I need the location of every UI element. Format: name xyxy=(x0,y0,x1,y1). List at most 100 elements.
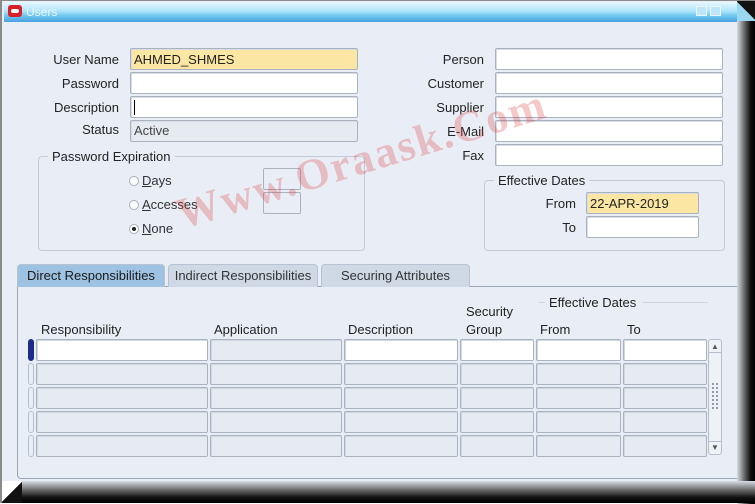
none-label: one xyxy=(151,221,174,236)
password-field[interactable] xyxy=(130,72,358,94)
accesses-value-field[interactable] xyxy=(263,192,301,214)
grid-cell-from[interactable] xyxy=(536,363,621,385)
grid-cell-from[interactable] xyxy=(536,435,621,457)
grid-cell-responsibility[interactable] xyxy=(36,435,208,457)
column-header-group: Group xyxy=(466,322,503,337)
from-date-field[interactable] xyxy=(586,192,699,214)
record-indicator[interactable] xyxy=(28,339,34,361)
none-mnemonic: N xyxy=(142,221,152,236)
customer-label: Customer xyxy=(427,76,484,91)
user-name-field[interactable] xyxy=(130,48,358,70)
accesses-mnemonic: A xyxy=(142,197,151,212)
fax-field[interactable] xyxy=(495,144,723,166)
supplier-label: Supplier xyxy=(436,100,484,115)
grid-cell-to[interactable] xyxy=(623,339,707,361)
effective-dates-divider-right xyxy=(642,302,708,303)
column-header-description: Description xyxy=(348,322,414,337)
from-date-label: From xyxy=(545,196,576,211)
window-shadow-corner-top xyxy=(737,1,755,21)
oracle-app-icon xyxy=(8,5,22,17)
fax-label: Fax xyxy=(462,148,484,163)
column-header-to: To xyxy=(627,322,641,337)
days-radio[interactable]: Days xyxy=(129,173,172,188)
grid-cell-description[interactable] xyxy=(344,435,458,457)
grid-cell-application xyxy=(210,339,342,361)
user-name-label: User Name xyxy=(53,52,119,67)
window-title: Users xyxy=(26,5,58,19)
column-header-responsibility: Responsibility xyxy=(41,322,122,337)
grid-cell-security-group[interactable] xyxy=(460,363,534,385)
description-label: Description xyxy=(53,100,119,115)
radio-none-button[interactable] xyxy=(129,223,139,234)
column-header-effective-dates: Effective Dates xyxy=(549,295,637,310)
grid-cell-description[interactable] xyxy=(344,339,458,361)
to-date-label: To xyxy=(562,220,576,235)
record-indicator[interactable] xyxy=(28,411,34,433)
email-label: E-Mail xyxy=(447,124,484,139)
supplier-field[interactable] xyxy=(495,96,723,118)
email-field[interactable] xyxy=(495,120,723,142)
grid-cell-to[interactable] xyxy=(623,363,707,385)
status-label: Status xyxy=(82,122,119,137)
grid-cell-responsibility[interactable] xyxy=(36,387,208,409)
record-indicator[interactable] xyxy=(28,363,34,385)
grid-cell-security-group[interactable] xyxy=(460,387,534,409)
radio-days-button[interactable] xyxy=(129,175,139,186)
record-indicator[interactable] xyxy=(28,387,34,409)
column-header-application: Application xyxy=(214,322,278,337)
grid-cell-to[interactable] xyxy=(623,411,707,433)
title-bar: Users xyxy=(4,2,739,22)
customer-field[interactable] xyxy=(495,72,723,94)
window-shadow-bottom xyxy=(20,481,755,503)
window-shadow-corner xyxy=(2,481,22,503)
maximize-icon[interactable] xyxy=(710,6,721,16)
grid-cell-security-group[interactable] xyxy=(460,435,534,457)
scroll-grip-icon[interactable] xyxy=(711,382,719,410)
password-label: Password xyxy=(61,76,119,91)
scroll-down-icon[interactable]: ▼ xyxy=(709,441,721,453)
users-window: Users User Name Password Description Sta… xyxy=(0,0,755,504)
grid-cell-responsibility[interactable] xyxy=(36,339,208,361)
tab-indirect-responsibilities[interactable]: Indirect Responsibilities xyxy=(168,264,318,287)
description-field[interactable] xyxy=(130,96,358,118)
grid-cell-to[interactable] xyxy=(623,435,707,457)
grid-cell-description[interactable] xyxy=(344,411,458,433)
days-mnemonic: D xyxy=(142,173,152,188)
effective-dates-divider-left xyxy=(539,302,545,303)
text-cursor xyxy=(134,100,135,115)
scroll-up-icon[interactable]: ▲ xyxy=(709,341,721,353)
radio-accesses-button[interactable] xyxy=(129,199,139,210)
grid-cell-description[interactable] xyxy=(344,387,458,409)
grid-cell-security-group[interactable] xyxy=(460,411,534,433)
grid-cell-security-group[interactable] xyxy=(460,339,534,361)
status-field: Active xyxy=(130,120,358,142)
grid-cell-application xyxy=(210,435,342,457)
grid-cell-to[interactable] xyxy=(623,387,707,409)
grid-cell-application xyxy=(210,387,342,409)
grid-cell-responsibility[interactable] xyxy=(36,411,208,433)
grid-cell-from[interactable] xyxy=(536,339,621,361)
days-label: ays xyxy=(151,173,172,188)
person-field[interactable] xyxy=(495,48,723,70)
grid-cell-from[interactable] xyxy=(536,411,621,433)
column-header-security: Security xyxy=(466,304,513,319)
tab-securing-attributes[interactable]: Securing Attributes xyxy=(321,264,470,287)
minimize-icon[interactable] xyxy=(696,6,707,16)
days-value-field[interactable] xyxy=(263,168,301,190)
grid-cell-application xyxy=(210,411,342,433)
to-date-field[interactable] xyxy=(586,216,699,238)
none-radio[interactable]: None xyxy=(129,221,173,236)
accesses-radio[interactable]: Accesses xyxy=(129,197,198,212)
grid-cell-description[interactable] xyxy=(344,363,458,385)
tab-direct-responsibilities[interactable]: Direct Responsibilities xyxy=(17,264,165,287)
grid-cell-application xyxy=(210,363,342,385)
window-shadow-right xyxy=(737,9,755,504)
record-indicator[interactable] xyxy=(28,435,34,457)
grid-cell-from[interactable] xyxy=(536,387,621,409)
grid-cell-responsibility[interactable] xyxy=(36,363,208,385)
person-label: Person xyxy=(442,52,484,67)
accesses-label: ccesses xyxy=(150,197,198,212)
grid-vertical-scrollbar[interactable]: ▲ ▼ xyxy=(708,339,722,455)
password-expiration-title: Password Expiration xyxy=(48,149,175,164)
effective-dates-title: Effective Dates xyxy=(494,173,590,188)
